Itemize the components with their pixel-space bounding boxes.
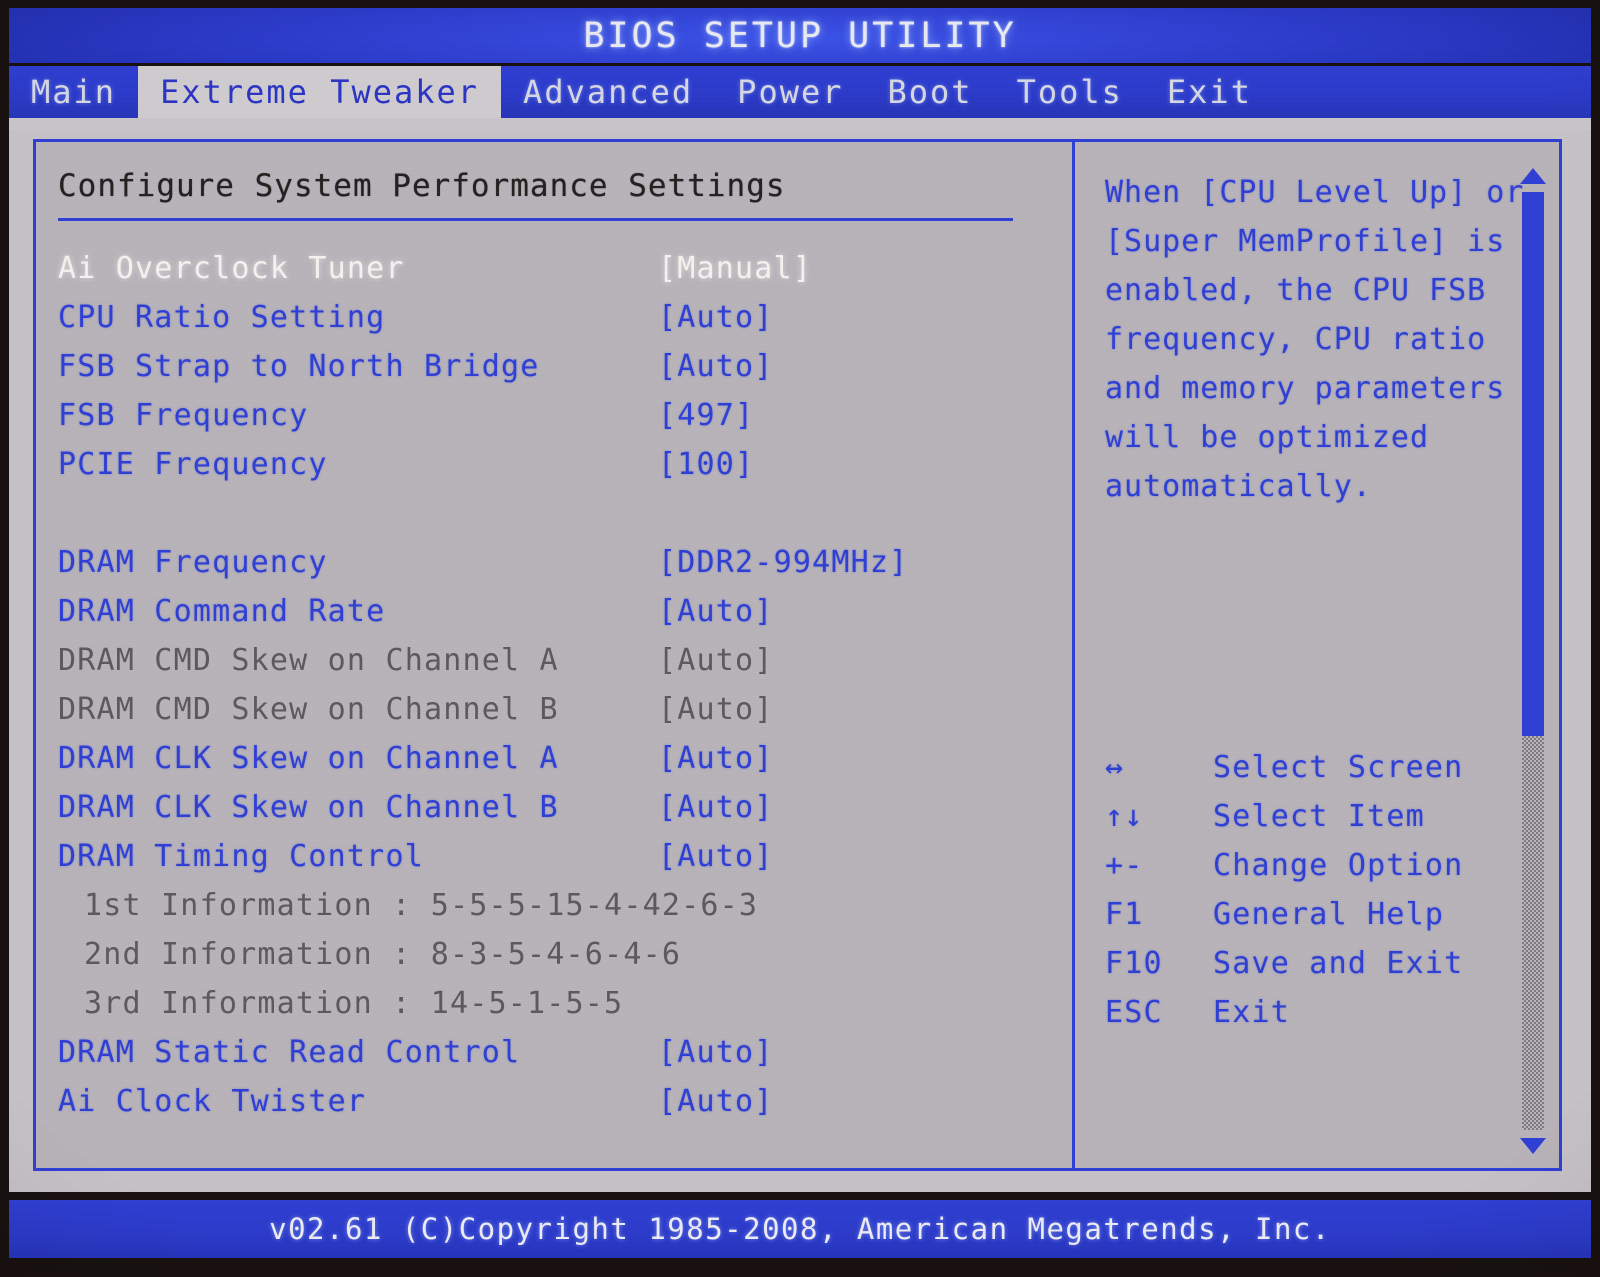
legend-description: Exit xyxy=(1213,995,1291,1030)
legend-description: General Help xyxy=(1213,897,1445,932)
setting-value[interactable]: [Manual] xyxy=(658,251,812,286)
settings-row[interactable]: Ai Overclock Tuner [Manual] xyxy=(58,251,1072,300)
footer-bar: v02.61 (C)Copyright 1985-2008, American … xyxy=(9,1200,1591,1258)
setting-value: [Auto] xyxy=(658,643,774,678)
setting-label: FSB Frequency xyxy=(58,398,309,433)
page-title: BIOS SETUP UTILITY xyxy=(583,15,1017,56)
settings-row[interactable]: Ai Clock Twister [Auto] xyxy=(58,1084,1072,1133)
setting-label: DRAM CMD Skew on Channel A xyxy=(58,643,559,678)
tab-main[interactable]: Main xyxy=(9,66,138,118)
content-area: Configure System Performance Settings Ai… xyxy=(9,130,1591,1192)
setting-label: DRAM Frequency xyxy=(58,545,328,580)
pane-title: Configure System Performance Settings xyxy=(58,168,786,204)
settings-row[interactable]: FSB Frequency [497] xyxy=(58,398,1072,447)
setting-label: CPU Ratio Setting xyxy=(58,300,386,335)
legend-row: +- Change Option xyxy=(1105,848,1539,897)
setting-label: DRAM Command Rate xyxy=(58,594,386,629)
setting-label: 1st Information : 5-5-5-15-4-42-6-3 xyxy=(84,888,759,923)
legend-key: ESC xyxy=(1105,995,1163,1030)
setting-value[interactable]: [Auto] xyxy=(658,790,774,825)
tab-label: Extreme Tweaker xyxy=(160,73,480,111)
panel-frame: Configure System Performance Settings Ai… xyxy=(33,139,1562,1171)
settings-pane: Configure System Performance Settings Ai… xyxy=(36,142,1072,1168)
bios-screen: BIOS SETUP UTILITY Main Extreme Tweaker Ad… xyxy=(0,0,1600,1277)
tab-advanced[interactable]: Advanced xyxy=(501,66,715,118)
tab-power[interactable]: Power xyxy=(715,66,865,118)
settings-row[interactable]: DRAM CLK Skew on Channel B [Auto] xyxy=(58,790,1072,839)
setting-value[interactable]: [Auto] xyxy=(658,349,774,384)
setting-value[interactable]: [Auto] xyxy=(658,1035,774,1070)
help-text: When [CPU Level Up] or [Super MemProfile… xyxy=(1105,175,1525,504)
tab-label: Advanced xyxy=(523,73,694,111)
settings-row: 1st Information : 5-5-5-15-4-42-6-3 xyxy=(58,888,1072,937)
setting-label: DRAM CLK Skew on Channel A xyxy=(58,741,559,776)
menu-bar[interactable]: Main Extreme Tweaker Advanced Power Boot Tool… xyxy=(9,66,1591,118)
setting-value[interactable]: [Auto] xyxy=(658,839,774,874)
legend-description: Save and Exit xyxy=(1213,946,1464,981)
window-title-bar: BIOS SETUP UTILITY xyxy=(9,8,1591,63)
tab-label: Exit xyxy=(1166,73,1252,111)
setting-value[interactable]: [Auto] xyxy=(658,300,774,335)
title-divider xyxy=(58,218,1013,221)
legend-row: ↑↓ Select Item xyxy=(1105,799,1539,848)
settings-row[interactable]: CPU Ratio Setting [Auto] xyxy=(58,300,1072,349)
legend-row: ↔ Select Screen xyxy=(1105,750,1539,799)
setting-value: [Auto] xyxy=(658,692,774,727)
setting-label: Ai Clock Twister xyxy=(58,1084,367,1119)
settings-row[interactable]: DRAM Timing Control [Auto] xyxy=(58,839,1072,888)
legend-description: Select Screen xyxy=(1213,750,1464,785)
tab-exit[interactable]: Exit xyxy=(1145,66,1274,118)
settings-row: 3rd Information : 14-5-1-5-5 xyxy=(58,986,1072,1035)
legend-key: +- xyxy=(1105,848,1144,883)
settings-row[interactable]: DRAM CMD Skew on Channel B [Auto] xyxy=(58,692,1072,741)
tab-label: Tools xyxy=(1016,73,1123,111)
settings-row: 2nd Information : 8-3-5-4-6-4-6 xyxy=(58,937,1072,986)
legend-row: F1 General Help xyxy=(1105,897,1539,946)
setting-label: DRAM Timing Control xyxy=(58,839,424,874)
setting-value[interactable]: [Auto] xyxy=(658,741,774,776)
settings-row[interactable]: DRAM Command Rate [Auto] xyxy=(58,594,1072,643)
legend-description: Select Item xyxy=(1213,799,1425,834)
setting-value[interactable]: [Auto] xyxy=(658,594,774,629)
setting-label: Ai Overclock Tuner xyxy=(58,251,405,286)
copyright-text: v02.61 (C)Copyright 1985-2008, American … xyxy=(269,1212,1331,1246)
legend-key: F1 xyxy=(1105,897,1144,932)
legend-row: ESC Exit xyxy=(1105,995,1539,1044)
setting-value[interactable]: [Auto] xyxy=(658,1084,774,1119)
help-pane: When [CPU Level Up] or [Super MemProfile… xyxy=(1075,142,1559,1168)
settings-row[interactable]: DRAM CLK Skew on Channel A [Auto] xyxy=(58,741,1072,790)
setting-label: DRAM CLK Skew on Channel B xyxy=(58,790,559,825)
settings-row[interactable]: PCIE Frequency [100] xyxy=(58,447,1072,496)
settings-row[interactable]: DRAM Static Read Control [Auto] xyxy=(58,1035,1072,1084)
legend-key: ↔ xyxy=(1105,750,1125,785)
setting-label: DRAM CMD Skew on Channel B xyxy=(58,692,559,727)
setting-label: DRAM Static Read Control xyxy=(58,1035,521,1070)
settings-row-spacer xyxy=(58,496,1072,545)
setting-label: PCIE Frequency xyxy=(58,447,328,482)
setting-label: 2nd Information : 8-3-5-4-6-4-6 xyxy=(84,937,682,972)
tab-boot[interactable]: Boot xyxy=(866,66,995,118)
setting-value[interactable]: [497] xyxy=(658,398,754,433)
setting-value[interactable]: [DDR2-994MHz] xyxy=(658,545,908,580)
tab-label: Boot xyxy=(887,73,973,111)
setting-label: 3rd Information : 14-5-1-5-5 xyxy=(84,986,624,1021)
legend-key: ↑↓ xyxy=(1105,799,1144,834)
tab-label: Power xyxy=(737,73,844,111)
tab-label: Main xyxy=(31,73,117,111)
setting-label: FSB Strap to North Bridge xyxy=(58,349,540,384)
settings-row[interactable]: FSB Strap to North Bridge [Auto] xyxy=(58,349,1072,398)
legend-key: F10 xyxy=(1105,946,1163,981)
legend-row: F10 Save and Exit xyxy=(1105,946,1539,995)
tab-extreme-tweaker[interactable]: Extreme Tweaker xyxy=(138,66,502,118)
settings-row-list: Ai Overclock Tuner [Manual] CPU Ratio Sett… xyxy=(58,251,1072,1133)
settings-row[interactable]: DRAM Frequency [DDR2-994MHz] xyxy=(58,545,1072,594)
tab-tools[interactable]: Tools xyxy=(995,66,1145,118)
settings-row[interactable]: DRAM CMD Skew on Channel A [Auto] xyxy=(58,643,1072,692)
legend-description: Change Option xyxy=(1213,848,1464,883)
key-legend: ↔ Select Screen ↑↓ Select Item +- Change Opti… xyxy=(1105,750,1539,1044)
setting-value[interactable]: [100] xyxy=(658,447,754,482)
